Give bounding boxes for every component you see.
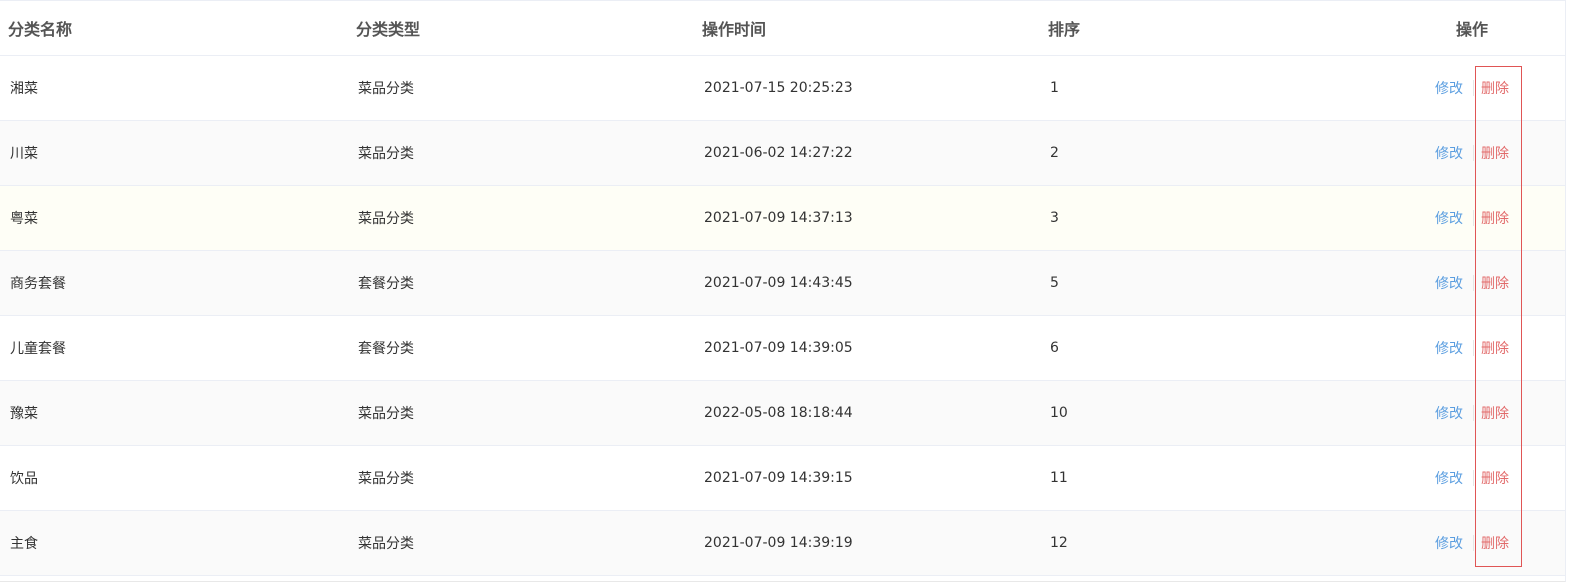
category-type: 菜品分类 [358, 406, 414, 422]
sort-order: 1 [1050, 80, 1059, 96]
category-type: 菜品分类 [358, 81, 414, 97]
category-name: 商务套餐 [10, 276, 66, 292]
category-name: 饮品 [10, 471, 38, 487]
header-time: 操作时间 [702, 20, 767, 39]
action-divider [1473, 405, 1474, 421]
action-divider [1473, 210, 1474, 226]
edit-link[interactable]: 修改 [1435, 468, 1463, 488]
edit-link[interactable]: 修改 [1435, 533, 1463, 553]
table-row: 主食 菜品分类 2021-07-09 14:39:19 12 修改 删除 [0, 511, 1565, 576]
category-table: 分类名称 分类类型 操作时间 排序 操作 湘菜 菜品分类 2021-07-15 … [0, 0, 1566, 582]
table-row: 儿童套餐 套餐分类 2021-07-09 14:39:05 6 修改 删除 [0, 316, 1565, 381]
action-divider [1473, 470, 1474, 486]
operation-time: 2021-07-09 14:39:15 [704, 470, 853, 486]
delete-link[interactable]: 删除 [1481, 78, 1509, 98]
table-row: 粤菜 菜品分类 2021-07-09 14:37:13 3 修改 删除 [0, 186, 1565, 251]
sort-order: 3 [1050, 210, 1059, 226]
delete-link[interactable]: 删除 [1481, 533, 1509, 553]
table-row: 商务套餐 套餐分类 2021-07-09 14:43:45 5 修改 删除 [0, 251, 1565, 316]
operation-time: 2021-06-02 14:27:22 [704, 145, 853, 161]
sort-order: 12 [1050, 535, 1068, 551]
category-type: 套餐分类 [358, 276, 414, 292]
sort-order: 11 [1050, 470, 1068, 486]
category-name: 主食 [10, 536, 38, 552]
operation-time: 2021-07-09 14:39:19 [704, 535, 853, 551]
delete-link[interactable]: 删除 [1481, 208, 1509, 228]
operation-time: 2021-07-09 14:39:05 [704, 340, 853, 356]
edit-link[interactable]: 修改 [1435, 403, 1463, 423]
category-type: 套餐分类 [358, 341, 414, 357]
edit-link[interactable]: 修改 [1435, 273, 1463, 293]
operation-time: 2022-05-08 18:18:44 [704, 405, 853, 421]
category-name: 川菜 [10, 146, 38, 162]
category-type: 菜品分类 [358, 536, 414, 552]
header-sort: 排序 [1048, 20, 1081, 39]
sort-order: 2 [1050, 145, 1059, 161]
sort-order: 10 [1050, 405, 1068, 421]
edit-link[interactable]: 修改 [1435, 143, 1463, 163]
category-name: 粤菜 [10, 211, 38, 227]
edit-link[interactable]: 修改 [1435, 338, 1463, 358]
delete-link[interactable]: 删除 [1481, 143, 1509, 163]
table-row: 川菜 菜品分类 2021-06-02 14:27:22 2 修改 删除 [0, 121, 1565, 186]
header-type: 分类类型 [356, 20, 421, 39]
edit-link[interactable]: 修改 [1435, 78, 1463, 98]
action-divider [1473, 535, 1474, 551]
sort-order: 5 [1050, 275, 1059, 291]
header-operation: 操作 [1456, 20, 1489, 39]
delete-link[interactable]: 删除 [1481, 273, 1509, 293]
category-type: 菜品分类 [358, 146, 414, 162]
edit-link[interactable]: 修改 [1435, 208, 1463, 228]
operation-time: 2021-07-15 20:25:23 [704, 80, 853, 96]
category-name: 儿童套餐 [10, 341, 66, 357]
table-row: 湘菜 菜品分类 2021-07-15 20:25:23 1 修改 删除 [0, 56, 1565, 121]
delete-link[interactable]: 删除 [1481, 468, 1509, 488]
action-divider [1473, 340, 1474, 356]
action-divider [1473, 275, 1474, 291]
header-name: 分类名称 [8, 20, 73, 39]
category-name: 豫菜 [10, 406, 38, 422]
sort-order: 6 [1050, 340, 1059, 356]
operation-time: 2021-07-09 14:43:45 [704, 275, 853, 291]
category-name: 湘菜 [10, 81, 38, 97]
action-divider [1473, 145, 1474, 161]
category-type: 菜品分类 [358, 471, 414, 487]
action-divider [1473, 80, 1474, 96]
table-row: 饮品 菜品分类 2021-07-09 14:39:15 11 修改 删除 [0, 446, 1565, 511]
table-row: 豫菜 菜品分类 2022-05-08 18:18:44 10 修改 删除 [0, 381, 1565, 446]
table-header-row: 分类名称 分类类型 操作时间 排序 操作 [0, 1, 1565, 56]
operation-time: 2021-07-09 14:37:13 [704, 210, 853, 226]
category-type: 菜品分类 [358, 211, 414, 227]
delete-link[interactable]: 删除 [1481, 338, 1509, 358]
delete-link[interactable]: 删除 [1481, 403, 1509, 423]
